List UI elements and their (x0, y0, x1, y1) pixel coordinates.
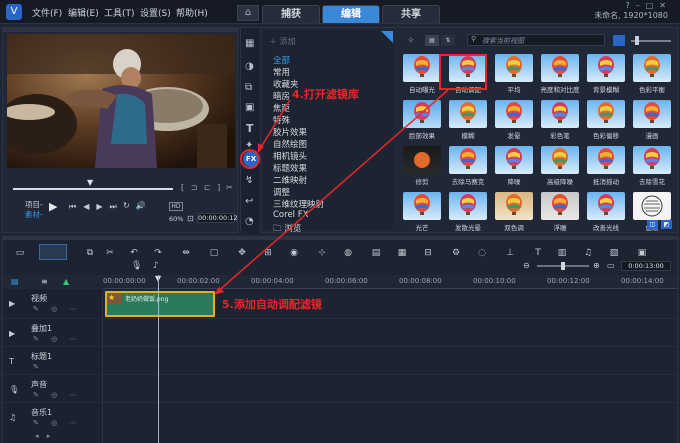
annotation-overlay (214, 54, 487, 295)
step5-annotation: 5.添加自动调配滤镜 (222, 298, 322, 311)
fx-highlight-circle (240, 149, 260, 169)
step5-arrow (215, 89, 449, 294)
highlight-box (439, 54, 487, 90)
step4-annotation: 4.打开滤镜库 (292, 88, 359, 101)
step4-arrow (257, 99, 291, 153)
